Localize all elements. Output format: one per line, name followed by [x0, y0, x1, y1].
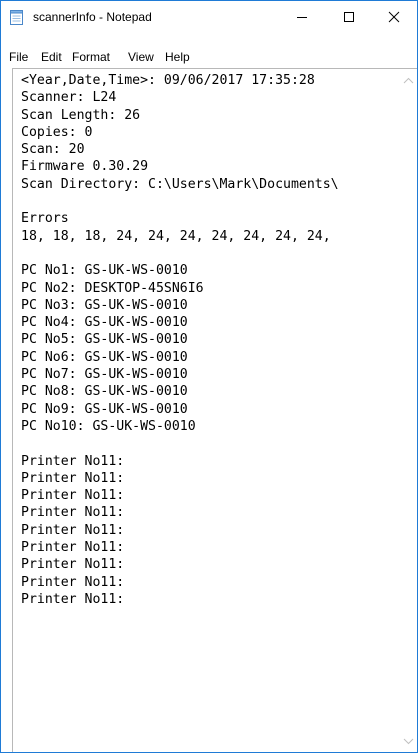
text-line: Printer No11:	[21, 488, 125, 504]
menu-edit[interactable]: Edit	[41, 50, 62, 64]
text-line: PC No2: DESKTOP-45SN6I6	[21, 280, 204, 296]
text-line: PC No9: GS-UK-WS-0010	[21, 401, 188, 417]
text-line: <Year,Date,Time>: 09/06/2017 17:35:28	[21, 73, 315, 88]
notepad-icon	[10, 10, 23, 25]
minimize-icon	[297, 17, 307, 18]
minimize-button[interactable]	[279, 1, 325, 33]
text-line: Errors	[21, 211, 69, 227]
menu-file[interactable]: File	[9, 50, 28, 64]
chevron-down-icon[interactable]	[403, 737, 414, 745]
maximize-button[interactable]	[326, 1, 372, 33]
close-icon	[388, 11, 400, 23]
text-line: Printer No11:	[21, 453, 125, 469]
chevron-up-icon[interactable]	[403, 77, 414, 85]
text-line	[21, 245, 399, 262]
text-line: Copies: 0	[21, 124, 93, 140]
text-line: PC No7: GS-UK-WS-0010	[21, 367, 188, 383]
text-line: PC No8: GS-UK-WS-0010	[21, 384, 188, 400]
text-line	[21, 435, 399, 452]
text-line: PC No3: GS-UK-WS-0010	[21, 297, 188, 313]
text-line: Scanner: L24	[21, 90, 117, 106]
text-line: Printer No11:	[21, 522, 125, 538]
menu-bar: File Edit Format View Help	[1, 46, 417, 68]
text-line: Printer No11:	[21, 591, 125, 607]
text-line: PC No6: GS-UK-WS-0010	[21, 349, 188, 365]
menu-view[interactable]: View	[128, 50, 154, 64]
text-line: Scan Length: 26	[21, 107, 141, 123]
text-line: PC No10: GS-UK-WS-0010	[21, 418, 196, 434]
text-line: Printer No11:	[21, 505, 125, 521]
text-line: Printer No11:	[21, 470, 125, 486]
editor-text: <Year,Date,Time>: 09/06/2017 17:35:28 Sca…	[21, 72, 399, 608]
title-bar[interactable]: scannerInfo - Notepad	[1, 1, 417, 33]
text-line: PC No5: GS-UK-WS-0010	[21, 332, 188, 348]
text-line: Scan Directory: C:\Users\Mark\Documents\	[21, 176, 339, 192]
text-line: Printer No11:	[21, 540, 125, 556]
close-button[interactable]	[371, 1, 417, 33]
text-line: PC No4: GS-UK-WS-0010	[21, 315, 188, 331]
vertical-scrollbar[interactable]	[400, 69, 417, 752]
text-line: Scan: 20	[21, 142, 85, 158]
text-line: Printer No11:	[21, 557, 125, 573]
window-title: scannerInfo - Notepad	[33, 10, 152, 24]
text-line: Printer No11:	[21, 574, 125, 590]
text-line: 18, 18, 18, 24, 24, 24, 24, 24, 24, 24,	[21, 228, 331, 244]
text-line: PC No1: GS-UK-WS-0010	[21, 263, 188, 279]
text-line: Firmware 0.30.29	[21, 159, 149, 175]
menu-help[interactable]: Help	[165, 50, 190, 64]
text-line	[21, 193, 399, 210]
maximize-icon	[344, 12, 354, 22]
menu-format[interactable]: Format	[72, 50, 110, 64]
